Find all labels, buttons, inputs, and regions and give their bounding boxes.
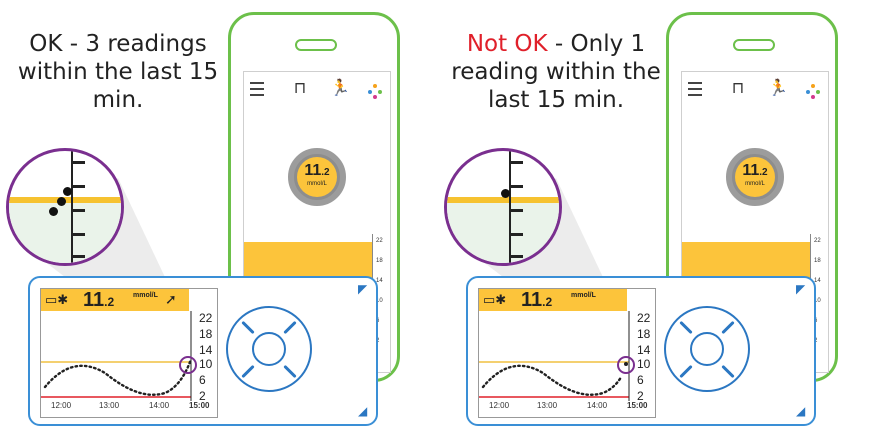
reading-dot — [63, 187, 72, 196]
y-tick: 14 — [199, 343, 213, 357]
y-tick: 6 — [199, 373, 206, 387]
up-left-arrow[interactable] — [241, 320, 255, 335]
navigation-pad[interactable] — [664, 306, 750, 392]
corner-mark-icon: ◤ — [358, 282, 368, 296]
cgm-receiver: ▭✱ 11.2 mmol/L ➚ 22 18 14 10 6 2 12:00 1… — [28, 276, 378, 426]
down-left-arrow[interactable] — [679, 364, 693, 379]
zoom-magnifier — [6, 148, 124, 266]
x-tick: 12:00 — [51, 401, 72, 410]
up-right-arrow[interactable] — [721, 320, 735, 335]
x-tick: 12:00 — [489, 401, 510, 410]
y-tick: 14 — [637, 343, 651, 357]
x-tick: 15:00 — [189, 401, 210, 410]
navigation-pad[interactable] — [226, 306, 312, 392]
scene-not-ok: Not OK - Only 1 reading within the last … — [438, 0, 876, 430]
y-tick: 22 — [637, 311, 651, 325]
cgm-receiver: ▭✱ 11.2 mmol/L 22 18 14 10 6 2 12:00 13:… — [466, 276, 816, 426]
reading-dot — [501, 189, 510, 198]
y-tick: 10 — [199, 357, 213, 371]
select-button[interactable] — [252, 332, 286, 366]
x-tick: 14:00 — [587, 401, 608, 410]
scene-ok: OK - 3 readings within the last 15 min. … — [0, 0, 438, 430]
up-right-arrow[interactable] — [283, 320, 297, 335]
y-tick: 18 — [199, 327, 213, 341]
x-tick: 15:00 — [627, 401, 648, 410]
corner-mark-icon: ◢ — [796, 404, 806, 418]
y-tick: 6 — [637, 373, 644, 387]
x-tick: 13:00 — [99, 401, 120, 410]
receiver-screen: ▭✱ 11.2 mmol/L 22 18 14 10 6 2 12:00 13:… — [478, 288, 656, 418]
zoom-magnifier — [444, 148, 562, 266]
select-button[interactable] — [690, 332, 724, 366]
corner-mark-icon: ◤ — [796, 282, 806, 296]
down-right-arrow[interactable] — [721, 364, 735, 379]
corner-mark-icon: ◢ — [358, 404, 368, 418]
y-tick: 18 — [637, 327, 651, 341]
receiver-trace — [41, 311, 197, 401]
receiver-trace — [479, 311, 635, 401]
reading-dot — [57, 197, 66, 206]
down-right-arrow[interactable] — [283, 364, 297, 379]
y-tick: 22 — [199, 311, 213, 325]
down-left-arrow[interactable] — [241, 364, 255, 379]
reading-dot — [49, 207, 58, 216]
y-tick: 10 — [637, 357, 651, 371]
x-tick: 14:00 — [149, 401, 170, 410]
x-tick: 13:00 — [537, 401, 558, 410]
up-left-arrow[interactable] — [679, 320, 693, 335]
receiver-screen: ▭✱ 11.2 mmol/L ➚ 22 18 14 10 6 2 12:00 1… — [40, 288, 218, 418]
